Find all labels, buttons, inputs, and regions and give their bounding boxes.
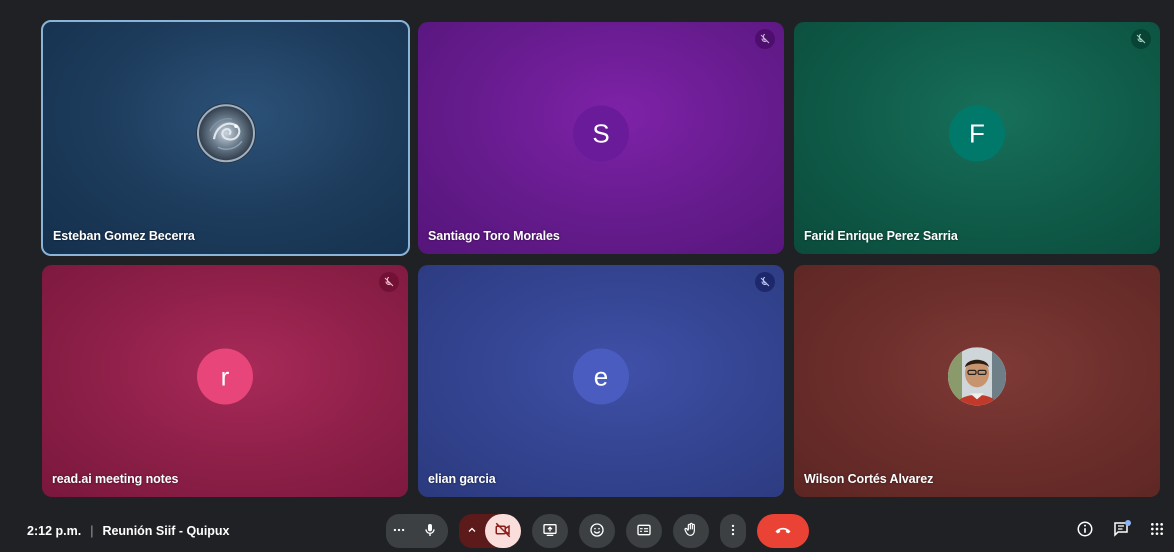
participant-tile-farid[interactable]: F Farid Enrique Perez Sarria	[794, 22, 1160, 254]
more-audio-options-button[interactable]	[386, 514, 412, 548]
present-screen-icon	[542, 522, 558, 541]
dragon-profile-photo	[195, 103, 256, 164]
person-profile-photo	[948, 347, 1006, 406]
participant-tile-readai[interactable]: r read.ai meeting notes	[42, 265, 408, 497]
participant-tile-esteban[interactable]: Esteban Gomez Becerra	[41, 20, 410, 256]
avatar-initial: e	[593, 361, 609, 392]
grid-apps-icon	[1149, 521, 1165, 542]
mic-off-icon	[1131, 29, 1151, 49]
mic-off-icon	[379, 272, 399, 292]
more-options-button[interactable]	[720, 514, 746, 548]
avatar-initial: F	[969, 118, 985, 149]
bottom-toolbar: 2:12 p.m. | Reunión Siif - Quipux	[0, 510, 1174, 552]
camera-options-button[interactable]	[459, 514, 485, 548]
captions-button[interactable]	[626, 514, 662, 548]
meeting-time: 2:12 p.m.	[27, 524, 82, 538]
camera-off-button[interactable]	[485, 514, 521, 548]
reactions-button[interactable]	[579, 514, 615, 548]
right-tools	[1066, 518, 1174, 544]
meeting-info-separator: |	[90, 524, 94, 538]
participant-tile-wilson[interactable]: Wilson Cortés Alvarez	[794, 265, 1160, 497]
chevron-up-icon	[466, 523, 478, 539]
chat-button[interactable]	[1104, 518, 1138, 544]
emoji-icon	[589, 522, 605, 541]
leave-call-button[interactable]	[757, 514, 809, 548]
avatar: F	[949, 105, 1005, 162]
meeting-details-button[interactable]	[1068, 518, 1102, 544]
avatar-initial: r	[220, 361, 230, 392]
info-icon	[1076, 520, 1094, 543]
microphone-button[interactable]	[412, 514, 448, 548]
avatar: r	[197, 348, 253, 405]
audio-control-group	[386, 514, 448, 548]
mic-icon	[422, 522, 438, 541]
captions-icon	[636, 522, 652, 541]
video-control-group	[459, 514, 521, 548]
raise-hand-button[interactable]	[673, 514, 709, 548]
participant-name: Wilson Cortés Alvarez	[804, 472, 934, 486]
meeting-title: Reunión Siif - Quipux	[102, 524, 230, 538]
video-off-icon	[494, 521, 512, 542]
participant-name: Santiago Toro Morales	[428, 229, 560, 243]
present-button[interactable]	[532, 514, 568, 548]
participant-tile-santiago[interactable]: S Santiago Toro Morales	[418, 22, 784, 254]
hand-icon	[683, 522, 699, 541]
participant-tile-elian[interactable]: e elian garcia	[418, 265, 784, 497]
avatar-initial: S	[592, 118, 610, 149]
vertical-dots-icon	[726, 523, 740, 540]
call-controls	[386, 514, 820, 548]
mic-off-icon	[755, 272, 775, 292]
participant-name: elian garcia	[428, 472, 496, 486]
avatar: S	[573, 105, 629, 162]
participant-name: read.ai meeting notes	[52, 472, 179, 486]
participant-name: Farid Enrique Perez Sarria	[804, 229, 958, 243]
activities-button[interactable]	[1140, 518, 1174, 544]
avatar: e	[573, 348, 629, 405]
meeting-stage: Esteban Gomez Becerra S Santiago Toro Mo…	[0, 0, 1174, 552]
meeting-info: 2:12 p.m. | Reunión Siif - Quipux	[27, 524, 230, 538]
ellipsis-icon	[392, 523, 406, 540]
participant-name: Esteban Gomez Becerra	[53, 229, 195, 243]
mic-off-icon	[755, 29, 775, 49]
hang-up-icon	[773, 520, 793, 543]
chat-notification-dot	[1125, 520, 1131, 526]
